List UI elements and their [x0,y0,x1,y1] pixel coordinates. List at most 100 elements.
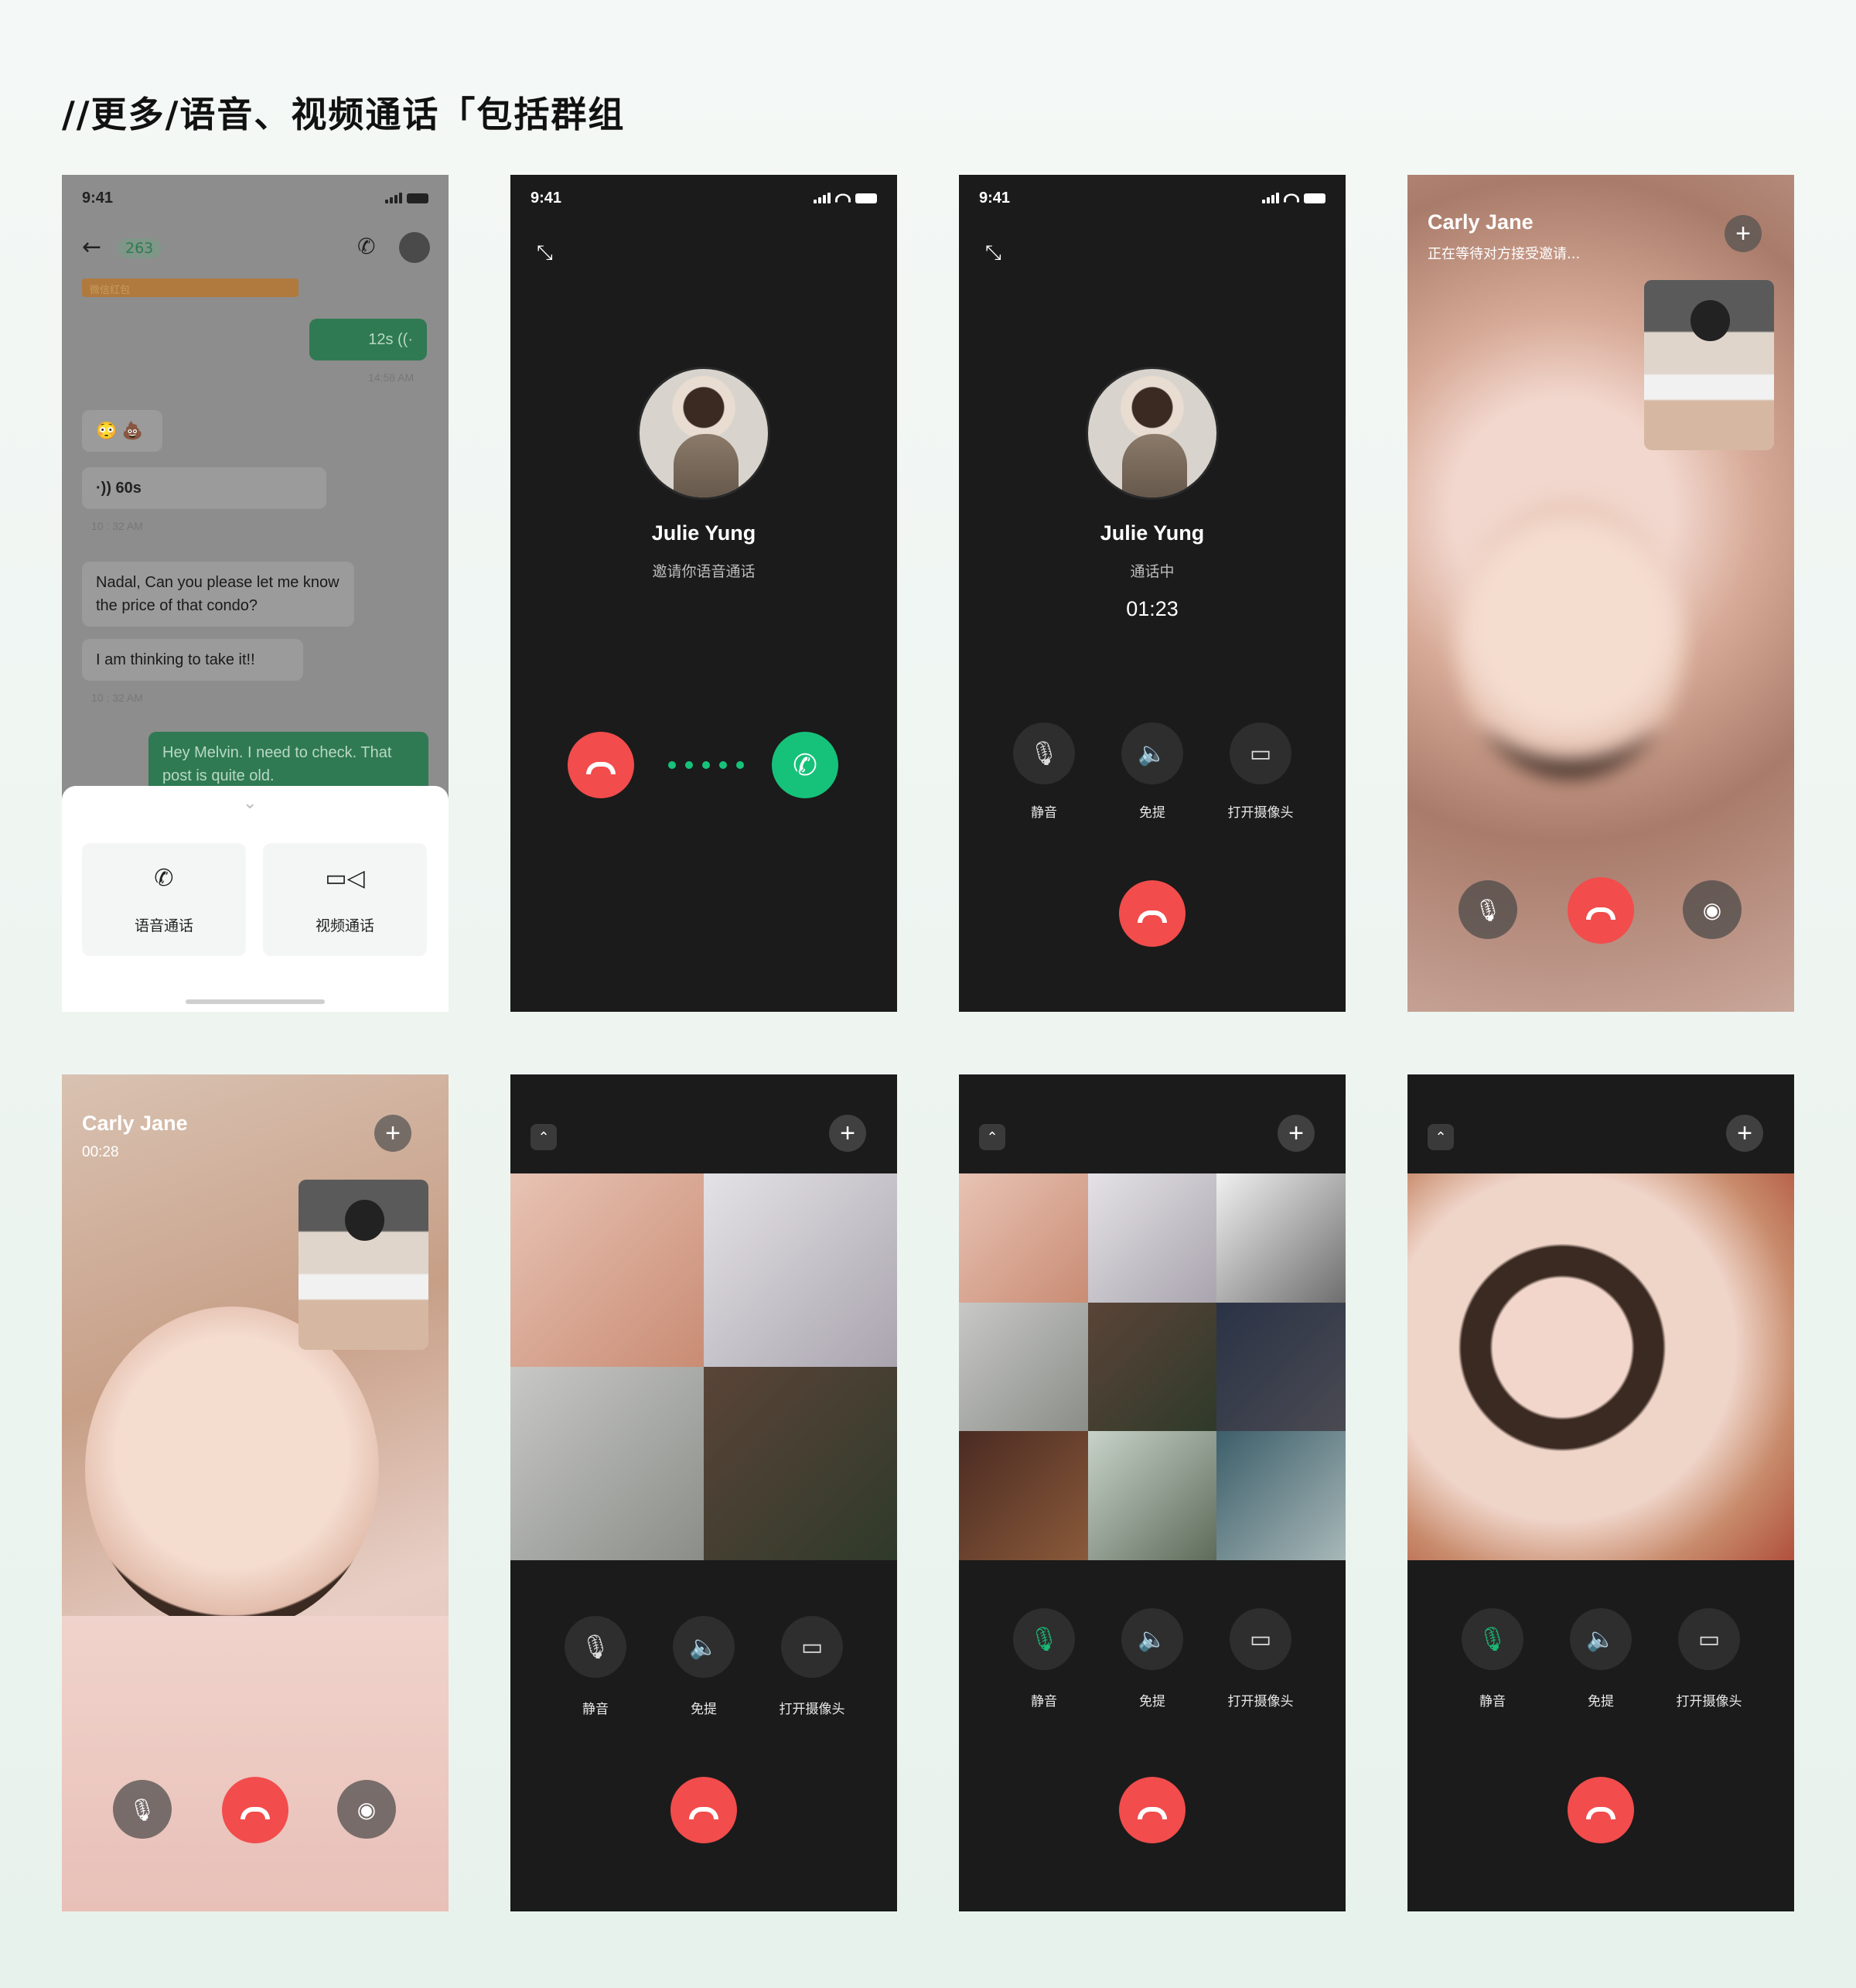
participant-tile[interactable] [1216,1302,1346,1432]
camera-icon: ◉ [357,1796,377,1822]
plus-icon: + [840,1118,855,1148]
call-duration: 01:23 [1126,597,1179,620]
speaker-button[interactable]: 🔈 [1121,722,1183,784]
participant-tile[interactable] [959,1302,1088,1432]
call-status: 通话中 [1130,563,1175,580]
collapse-chevron-icon[interactable]: ⌃ [1428,1124,1454,1150]
page-heading: //更多/语音、视频通话「包括群组 [62,94,626,135]
add-participant-button[interactable]: + [1278,1115,1315,1152]
speaker-icon: 🔈 [689,1633,718,1661]
mute-label: 静音 [1479,1694,1506,1710]
hangup-button[interactable] [222,1777,288,1843]
minimize-icon[interactable]: ⤡ [985,241,1008,265]
mute-label: 静音 [1031,805,1057,821]
remote-video-body [62,1616,449,1911]
hangup-button[interactable] [1568,877,1634,944]
collapse-chevron-icon[interactable]: ⌃ [531,1124,557,1150]
camera-button[interactable]: ▭ [1230,722,1291,784]
mic-off-icon: 🎙 [1477,1625,1508,1653]
plus-icon: + [385,1118,401,1148]
hangup-button[interactable] [670,1777,737,1843]
participant-tile[interactable] [704,1173,897,1367]
local-video-preview[interactable] [299,1180,428,1350]
voice-in-duration: 60s [115,480,142,497]
participant-tile[interactable] [1087,1302,1217,1432]
call-status: 正在等待对方接受邀请... [1428,246,1581,262]
decline-button[interactable] [568,732,634,798]
voice-message-in[interactable]: ·)) 60s [82,467,326,509]
back-arrow-icon[interactable]: ← [82,234,101,261]
signal-icon [385,193,402,203]
participant-tile[interactable] [1087,1173,1217,1303]
text-message[interactable]: Nadal, Can you please let me know the pr… [82,562,354,627]
add-participant-button[interactable]: + [1725,215,1762,252]
status-time: 9:41 [82,189,114,207]
caller-name: Julie Yung [651,521,756,545]
video-camera-icon: ▭◁ [325,865,365,892]
add-participant-button[interactable]: + [374,1115,411,1152]
speaker-icon: 🔈 [1138,1625,1167,1653]
chevron-down-icon[interactable]: ⌄ [243,794,257,813]
participant-tile[interactable] [1216,1431,1346,1560]
accept-button[interactable]: ✆ [772,732,838,798]
local-video-preview[interactable] [1644,280,1774,450]
camera-button[interactable]: ▭ [1230,1608,1291,1670]
mute-button-active[interactable]: 🎙 [1013,1608,1075,1670]
add-participant-button[interactable]: + [1726,1115,1763,1152]
phone-call-icon[interactable]: ✆ [357,234,375,259]
voice-message-out[interactable]: 12s ((· [309,319,427,360]
caller-avatar [1086,367,1219,500]
participant-tile[interactable] [704,1367,897,1560]
call-status: 邀请你语音通话 [652,563,756,580]
hangup-button[interactable] [1119,880,1186,947]
camera-button[interactable]: ▭ [781,1616,843,1678]
switch-camera-button[interactable]: ◉ [1683,880,1742,939]
message-time: 10 : 32 AM [91,520,143,532]
mute-button-active[interactable]: 🎙 [1462,1608,1523,1670]
participant-tile[interactable] [959,1173,1088,1303]
hangup-icon [586,762,616,774]
hangup-button[interactable] [1119,1777,1186,1843]
voice-call-option[interactable]: ✆ 语音通话 [82,843,246,956]
signal-icon [814,193,831,203]
caller-name: Julie Yung [1100,521,1205,545]
speaker-button[interactable]: 🔈 [1570,1608,1632,1670]
mute-button[interactable]: 🎙 [113,1780,172,1839]
participant-tile[interactable] [510,1367,704,1560]
message-time: 10 : 32 AM [91,692,143,704]
minimize-icon[interactable]: ⤡ [537,241,560,265]
red-packet-banner[interactable]: 微信红包 [82,278,299,297]
status-icons [814,193,877,203]
status-bar: 9:41 [62,175,449,221]
contact-avatar[interactable] [399,232,430,263]
caller-avatar [637,367,770,500]
video-call-option[interactable]: ▭◁ 视频通话 [263,843,427,956]
group-call-screen-focus: ⌃ + 🎙 🔈 ▭ 静音 免提 打开摄像头 [1407,1074,1794,1911]
mic-icon: 🎙 [1474,897,1502,923]
mic-icon: 🎙 [580,1633,611,1661]
camera-label: 打开摄像头 [1676,1694,1742,1710]
speaker-button[interactable]: 🔈 [1121,1608,1183,1670]
video-camera-icon: ▭ [1249,740,1272,767]
call-duration: 00:28 [82,1144,119,1160]
participant-tile[interactable] [1087,1431,1217,1560]
hangup-button[interactable] [1568,1777,1634,1843]
emoji-message[interactable]: 😳 💩 [82,410,162,452]
participant-tile[interactable] [510,1173,704,1367]
mute-button[interactable]: 🎙 [565,1616,626,1678]
text-message-out[interactable]: Hey Melvin. I need to check. That post i… [148,732,428,794]
participant-tile[interactable] [1216,1173,1346,1303]
participant-tile[interactable] [959,1431,1088,1560]
add-participant-button[interactable]: + [829,1115,866,1152]
mute-button[interactable]: 🎙 [1459,880,1517,939]
camera-button[interactable]: ▭ [1678,1608,1740,1670]
video-camera-icon: ▭ [800,1633,824,1661]
speaker-button[interactable]: 🔈 [673,1616,735,1678]
text-message[interactable]: I am thinking to take it!! [82,639,303,681]
camera-label: 打开摄像头 [1227,805,1294,821]
camera-icon: ◉ [1702,897,1722,923]
collapse-chevron-icon[interactable]: ⌃ [979,1124,1005,1150]
mute-button[interactable]: 🎙 [1013,722,1075,784]
switch-camera-button[interactable]: ◉ [337,1780,396,1839]
participant-tile[interactable] [1407,1173,1794,1560]
